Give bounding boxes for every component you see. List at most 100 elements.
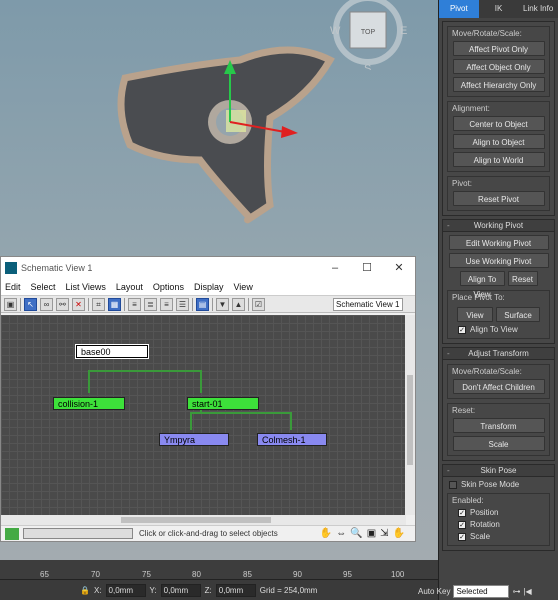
enabled-group: Enabled: ✓ Position ✓ Rotation ✓ Scale	[447, 493, 550, 546]
references-mode-icon[interactable]: ▦	[108, 297, 121, 311]
dont-affect-children-button[interactable]: Don't Affect Children	[452, 379, 545, 394]
collapse-icon[interactable]: ▲	[232, 297, 245, 311]
key-icon[interactable]: ⊶	[512, 587, 520, 596]
menu-select[interactable]: Select	[31, 279, 56, 295]
align-icon[interactable]: ≡	[128, 297, 141, 311]
use-working-pivot-button[interactable]: Use Working Pivot	[448, 253, 549, 268]
z-label: Z:	[204, 585, 212, 595]
vertical-scrollbar[interactable]	[405, 315, 415, 515]
node-ympyra[interactable]: Ympyra	[159, 433, 229, 446]
scale-button[interactable]: Scale	[452, 436, 545, 451]
align-to-object-button[interactable]: Align to Object	[452, 134, 545, 149]
close-icon[interactable]: ✕	[383, 257, 415, 279]
node-start-01[interactable]: start-01	[187, 397, 259, 410]
lock-icon[interactable]: 🔒	[80, 586, 90, 595]
checkbox-checked: ✓	[458, 520, 466, 529]
hierarchy-mode-icon[interactable]: ⌗	[92, 297, 105, 311]
svg-text:S: S	[364, 63, 371, 70]
preferences-icon[interactable]: ☑	[252, 297, 265, 311]
working-pivot-rollout: Working Pivot Edit Working Pivot Use Wor…	[442, 219, 555, 344]
align-to-view-checkbox[interactable]: ✓ Align To View	[458, 325, 545, 334]
checkbox-label: Skin Pose Mode	[461, 480, 520, 489]
timeline-ruler[interactable]: 65 70 75 80 85 90 95 100	[0, 560, 438, 580]
goto-start-icon[interactable]: |◀	[523, 587, 531, 596]
menu-list-views[interactable]: List Views	[66, 279, 106, 295]
svg-text:E: E	[400, 25, 407, 37]
checkbox-checked: ✓	[458, 508, 466, 517]
selected-dropdown[interactable]: Selected	[453, 585, 510, 598]
position-checkbox[interactable]: ✓ Position	[458, 508, 545, 517]
viewcube[interactable]: TOP W E S	[328, 0, 408, 75]
align-center-icon[interactable]: ≣	[144, 297, 157, 311]
group-label: Move/Rotate/Scale:	[452, 367, 522, 376]
maximize-icon[interactable]: ☐	[351, 257, 383, 279]
y-label: Y:	[149, 585, 157, 595]
align-to-world-button[interactable]: Align to World	[452, 152, 545, 167]
schematic-toolbar: ▣ ↖ ∞ ⚯ ✕ ⌗ ▦ ≡ ≣ ≡ ☰ ▤ ▼ ▲ ☑ Schematic …	[1, 295, 415, 313]
scale-checkbox[interactable]: ✓ Scale	[458, 532, 545, 541]
rotation-checkbox[interactable]: ✓ Rotation	[458, 520, 545, 529]
adjust-transform-rollout: Adjust Transform Move/Rotate/Scale: Don'…	[442, 347, 555, 461]
node-collision-1[interactable]: collision-1	[53, 397, 125, 410]
status-text: Click or click-and-drag to select object…	[139, 529, 278, 538]
menu-edit[interactable]: Edit	[5, 279, 21, 295]
rollout-title[interactable]: Working Pivot	[443, 220, 554, 232]
y-field[interactable]: 0,0mm	[160, 583, 201, 597]
align-to-view-button[interactable]: Align To View	[459, 271, 505, 299]
checkbox-label: Rotation	[470, 520, 500, 529]
center-to-object-button[interactable]: Center to Object	[452, 116, 545, 131]
node-base00[interactable]: base00	[76, 345, 148, 358]
connect-icon[interactable]: ∞	[40, 297, 53, 311]
menu-display[interactable]: Display	[194, 279, 224, 295]
group-label: Move/Rotate/Scale:	[452, 29, 522, 38]
grid-readout: Grid = 254,0mm	[259, 585, 318, 595]
view-button[interactable]: View	[457, 307, 493, 322]
surface-button[interactable]: Surface	[496, 307, 540, 322]
transform-move-group: Move/Rotate/Scale: Don't Affect Children	[447, 364, 550, 399]
menu-view[interactable]: View	[233, 279, 252, 295]
affect-pivot-only-button[interactable]: Affect Pivot Only	[452, 41, 545, 56]
transform-button[interactable]: Transform	[452, 418, 545, 433]
search-field[interactable]	[23, 528, 133, 539]
arrange-icon[interactable]: ☰	[176, 297, 189, 311]
align-right-icon[interactable]: ≡	[160, 297, 173, 311]
z-field[interactable]: 0,0mm	[215, 583, 256, 597]
coordinate-bar: 🔒 X: 0,0mm Y: 0,0mm Z: 0,0mm Grid = 254,0mm	[0, 580, 438, 600]
adjust-pivot-rollout: Move/Rotate/Scale: Affect Pivot Only Aff…	[442, 21, 555, 216]
rollout-title[interactable]: Skin Pose	[443, 465, 554, 477]
reset-button[interactable]: Reset	[507, 271, 538, 286]
node-colmesh-1[interactable]: Colmesh-1	[257, 433, 327, 446]
minimize-icon[interactable]: –	[319, 257, 351, 279]
menu-bar: Edit Select List Views Layout Options Di…	[1, 279, 415, 295]
hierarchy-tabs: Pivot IK Link Info	[439, 0, 558, 18]
reset-pivot-button[interactable]: Reset Pivot	[452, 191, 545, 206]
tab-ik[interactable]: IK	[479, 0, 519, 18]
skin-pose-mode-checkbox[interactable]: Skin Pose Mode	[449, 480, 554, 489]
nav-icons[interactable]: ✋⇔🔍▣⇲✋	[320, 528, 409, 539]
edit-working-pivot-button[interactable]: Edit Working Pivot	[448, 235, 549, 250]
display-floater-icon[interactable]: ▣	[4, 297, 17, 311]
group-label: Alignment:	[452, 104, 490, 113]
group-label: Place Pivot To:	[452, 293, 505, 302]
window-titlebar[interactable]: Schematic View 1 – ☐ ✕	[1, 257, 415, 279]
free-mode-icon[interactable]: ▤	[196, 297, 209, 311]
reset-group: Reset: Transform Scale	[447, 403, 550, 456]
window-title: Schematic View 1	[21, 263, 93, 273]
tab-link-info[interactable]: Link Info	[518, 0, 558, 18]
x-field[interactable]: 0,0mm	[105, 583, 146, 597]
horizontal-scrollbar[interactable]	[1, 515, 406, 525]
select-icon[interactable]: ↖	[24, 297, 37, 311]
affect-hierarchy-only-button[interactable]: Affect Hierarchy Only	[452, 77, 545, 92]
unlink-icon[interactable]: ⚯	[56, 297, 69, 311]
auto-key-button[interactable]: Auto Key	[418, 587, 450, 596]
affect-object-only-button[interactable]: Affect Object Only	[452, 59, 545, 74]
delete-icon[interactable]: ✕	[72, 297, 85, 311]
schematic-canvas[interactable]: base00 collision-1 start-01 Ympyra Colme…	[1, 315, 406, 515]
expand-icon[interactable]: ▼	[216, 297, 229, 311]
menu-layout[interactable]: Layout	[116, 279, 143, 295]
view-name-field[interactable]: Schematic View 1	[333, 298, 403, 311]
status-icon	[5, 527, 19, 540]
tab-pivot[interactable]: Pivot	[439, 0, 479, 18]
rollout-title[interactable]: Adjust Transform	[443, 348, 554, 360]
menu-options[interactable]: Options	[153, 279, 184, 295]
